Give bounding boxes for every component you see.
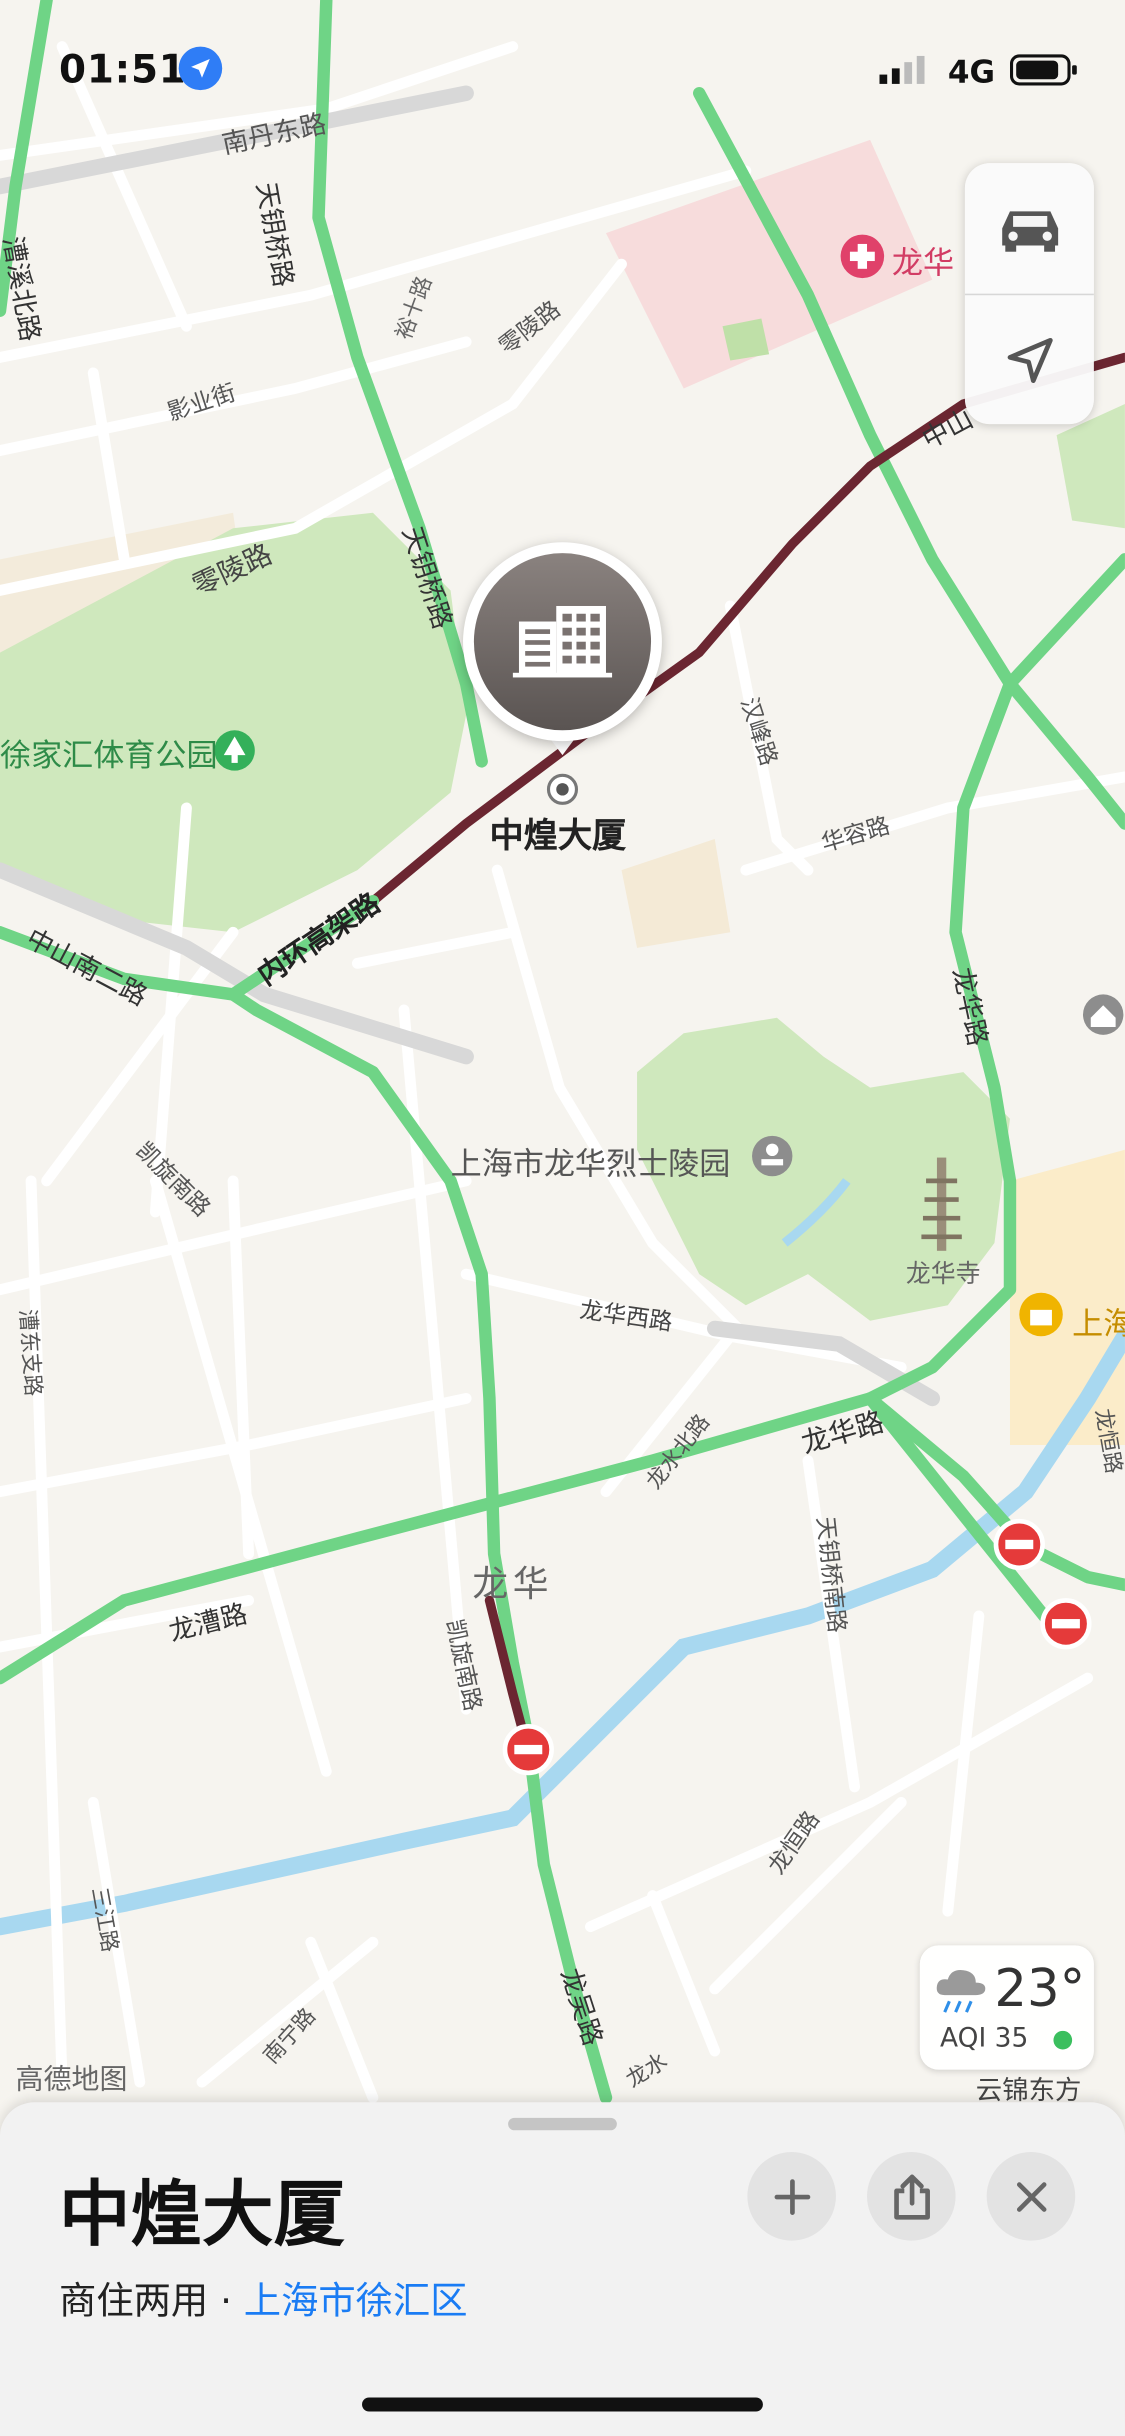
memorial-icon[interactable] [752, 1135, 793, 1177]
road-label: 漕东支路 [14, 1308, 45, 1398]
place-label-selected[interactable]: 中煌大厦 [489, 808, 626, 858]
poi-label[interactable]: 上海市龙华烈士陵园 [451, 1139, 731, 1184]
current-location-button[interactable] [965, 295, 1094, 426]
network-type: 4G [947, 52, 995, 91]
navigation-arrow-icon [1006, 337, 1052, 384]
status-bar: 01:51 4G [0, 0, 1125, 140]
weather-temperature: 23° [994, 1957, 1086, 2019]
rain-cloud-icon [936, 1970, 986, 2013]
location-arrow-icon [178, 46, 223, 91]
map-canvas[interactable] [0, 0, 1125, 2436]
weather-widget[interactable]: 23° AQI 35 [919, 1945, 1094, 2070]
share-button[interactable] [867, 2152, 956, 2241]
shopping-bag-icon[interactable] [1019, 1292, 1063, 1337]
weather-aqi: AQI 35 [940, 2023, 1029, 2055]
status-time: 01:51 [59, 46, 187, 92]
poi-label[interactable]: 上海 [1072, 1299, 1125, 1344]
plus-icon [773, 2178, 810, 2215]
pin-badge [473, 553, 652, 731]
mall-area [1009, 1149, 1125, 1446]
tree-icon[interactable] [214, 730, 255, 771]
close-button[interactable] [986, 2152, 1076, 2241]
car-icon [1001, 211, 1058, 252]
poi-label[interactable]: 龙华 [892, 238, 954, 283]
add-button[interactable] [747, 2152, 836, 2241]
road-closed-icon[interactable] [993, 1518, 1045, 1571]
district-label: 龙华 [472, 1564, 554, 1606]
transport-mode-button[interactable] [965, 163, 1094, 294]
poi-label[interactable]: 云锦东方 [976, 2068, 1082, 2107]
sheet-grabber[interactable] [508, 2117, 617, 2131]
hospital-icon[interactable] [840, 234, 885, 279]
poi-label[interactable]: 龙华寺 [906, 1252, 981, 1289]
aqi-status-dot [1053, 2030, 1073, 2050]
place-category: 商住两用 [59, 2279, 209, 2323]
place-pin[interactable] [463, 542, 662, 742]
road-closed-icon[interactable] [1040, 1598, 1092, 1650]
subtitle-separator: · [208, 2279, 244, 2323]
selected-location-marker[interactable] [546, 773, 579, 805]
share-icon [893, 2173, 930, 2219]
home-indicator[interactable] [362, 2397, 763, 2412]
battery-icon [1009, 54, 1077, 86]
cellular-signal-icon [879, 55, 925, 84]
place-district-link[interactable]: 上海市徐汇区 [244, 2279, 468, 2323]
place-card[interactable]: 中煌大厦 商住两用 · 上海市徐汇区 [0, 2102, 1125, 2436]
map-controls [964, 163, 1094, 426]
close-icon [1016, 2181, 1046, 2212]
map-watermark: 高德地图 [15, 2063, 128, 2097]
poi-label[interactable]: 徐家汇体育公园 [0, 730, 218, 775]
map-screen: 南丹东路 天钥桥路 漕溪北路 龙华 裕十路 零陵路 影业街 零陵路 天钥桥路 中… [0, 0, 1125, 2436]
building-icon [512, 605, 613, 678]
road-closed-icon[interactable] [502, 1723, 554, 1776]
place-title: 中煌大厦 [59, 2172, 345, 2257]
home-icon[interactable] [1082, 994, 1124, 1035]
place-subtitle: 商住两用 · 上海市徐汇区 [59, 2270, 467, 2324]
